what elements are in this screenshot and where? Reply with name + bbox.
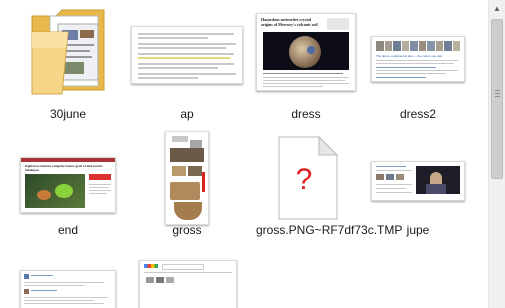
image-thumbnail [131, 130, 243, 225]
file-item-jupe[interactable]: jupe [362, 130, 474, 255]
scroll-up-arrow-icon[interactable]: ▲ [489, 0, 505, 17]
file-item-webpage-9[interactable] [12, 262, 124, 308]
file-item-ap[interactable]: ap [131, 2, 243, 127]
document-thumbnail [131, 2, 243, 97]
file-item-webpage-10[interactable] [131, 260, 243, 308]
file-item-gross-tmp[interactable]: ? gross.PNG~RF7df73c.TMP [250, 130, 403, 255]
file-item-30june[interactable]: 30june [12, 2, 124, 127]
file-name-label: end [57, 223, 79, 237]
file-browser-pane: 30june ap Hazardous meteorites crystal o… [0, 0, 488, 308]
file-name-label: ap [180, 107, 194, 121]
file-name-label: dress2 [399, 107, 437, 121]
scrollbar-grip-icon [495, 90, 500, 99]
webpage-thumbnail [139, 260, 237, 308]
file-item-end[interactable]: Eight bee enemies emigrate leaves grub o… [12, 130, 124, 255]
webpage-thumbnail: Hazardous meteorites crystal origins of … [250, 2, 362, 97]
webpage-thumbnail [362, 130, 474, 225]
webpage-thumbnail: Eight bee enemies emigrate leaves grub o… [12, 130, 124, 225]
file-name-label: gross [172, 223, 202, 237]
folder-icon [12, 2, 124, 97]
vertical-scrollbar[interactable]: ▲ [488, 0, 505, 308]
file-name-label: jupe [406, 223, 430, 237]
thumbnail-headline: Eight bee enemies emigrate leaves grub o… [25, 163, 103, 172]
file-name-label: 30june [49, 107, 87, 121]
webpage-thumbnail: The dress, explained at last — the color… [362, 2, 474, 97]
thumbnail-headline: Hazardous meteorites crystal origins of … [261, 16, 318, 27]
file-name-label: dress [291, 107, 321, 121]
file-item-gross[interactable]: gross [131, 130, 243, 255]
thumbnail-headline: The dress, explained at last — the color… [376, 53, 443, 58]
question-mark-icon: ? [296, 163, 313, 196]
file-item-dress2[interactable]: The dress, explained at last — the color… [362, 2, 474, 127]
webpage-thumbnail [20, 270, 116, 308]
file-name-label: gross.PNG~RF7df73c.TMP [256, 223, 403, 237]
generic-file-icon: ? [250, 130, 362, 225]
scrollbar-thumb[interactable] [491, 19, 503, 179]
file-item-dress[interactable]: Hazardous meteorites crystal origins of … [250, 2, 362, 127]
